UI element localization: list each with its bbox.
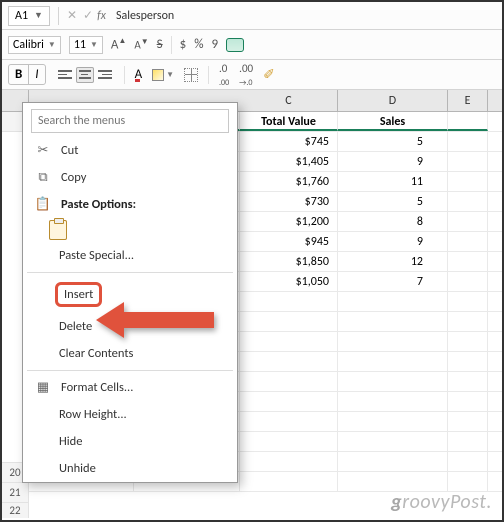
menu-hide[interactable]: Hide <box>23 428 237 455</box>
watermark-text: roovyPost. <box>402 490 492 514</box>
menu-label: Format Cells... <box>61 380 133 395</box>
paste-option-icon[interactable] <box>23 220 237 240</box>
header-total-value[interactable]: Total Value <box>240 112 338 131</box>
name-box[interactable]: A1 ▼ <box>8 6 50 26</box>
menu-clear-contents[interactable]: Clear Contents <box>23 340 237 367</box>
font-name-selector[interactable]: Calibri ▼ <box>8 36 61 54</box>
menu-search-input[interactable] <box>31 109 229 133</box>
highlight-box: Insert <box>55 282 102 307</box>
cell-total[interactable]: $730 <box>240 192 338 211</box>
decrease-font-button[interactable]: A▼ <box>134 37 148 52</box>
menu-label: Cut <box>61 143 78 158</box>
alignment-group <box>56 67 114 83</box>
clipboard-icon: 📋 <box>35 197 51 212</box>
font-size-selector[interactable]: 11 ▼ <box>69 36 103 54</box>
bold-button[interactable]: B <box>9 65 28 84</box>
borders-button[interactable] <box>184 68 198 82</box>
cell-sales[interactable]: 5 <box>338 192 448 211</box>
align-right-button[interactable] <box>96 67 114 83</box>
menu-delete[interactable]: Delete <box>23 313 237 340</box>
accept-icon: ✓ <box>83 8 93 23</box>
cell-total[interactable]: $1,405 <box>240 152 338 171</box>
decrease-decimal-button[interactable]: .00→.0 <box>239 62 253 88</box>
menu-row-height[interactable]: Row Height... <box>23 401 237 428</box>
cell-total[interactable]: $745 <box>240 132 338 151</box>
chevron-down-icon[interactable]: ▼ <box>90 40 98 50</box>
divider <box>208 66 209 84</box>
menu-label: Unhide <box>59 461 96 476</box>
menu-label: Insert <box>64 287 93 302</box>
row-header[interactable]: 22 <box>2 502 29 518</box>
chevron-down-icon[interactable]: ▼ <box>34 10 43 21</box>
divider <box>58 7 59 25</box>
formula-bar-value[interactable]: Salesperson <box>116 9 174 23</box>
menu-copy[interactable]: ⧉ Copy <box>23 164 237 191</box>
divider <box>124 66 125 84</box>
menu-label: Clear Contents <box>59 346 133 361</box>
header-sales[interactable]: Sales <box>338 112 448 131</box>
scissors-icon: ✂ <box>35 143 51 158</box>
cell-total[interactable]: $1,760 <box>240 172 338 191</box>
currency-button[interactable]: $ <box>180 37 187 52</box>
menu-label: Paste Options: <box>61 197 136 212</box>
comma-button[interactable]: 9 <box>212 37 219 52</box>
column-header-C[interactable]: C <box>240 90 338 111</box>
cell-sales[interactable]: 9 <box>338 152 448 171</box>
increase-font-button[interactable]: A▲ <box>111 36 126 52</box>
bold-italic-group: B I <box>8 64 46 85</box>
align-center-button[interactable] <box>76 67 94 83</box>
bucket-icon <box>152 69 164 81</box>
cell-sales[interactable]: 7 <box>338 272 448 291</box>
cell[interactable] <box>448 112 488 131</box>
cell-sales[interactable]: 12 <box>338 252 448 271</box>
watermark: groovyPost. <box>391 490 492 514</box>
font-color-button[interactable]: A <box>135 67 143 82</box>
menu-cut[interactable]: ✂ Cut <box>23 137 237 164</box>
menu-paste-options: 📋 Paste Options: <box>23 191 237 218</box>
menu-format-cells[interactable]: ▦ Format Cells... <box>23 374 237 401</box>
font-name: Calibri <box>13 38 44 52</box>
format-painter-icon[interactable]: ✐ <box>263 66 275 83</box>
divider <box>171 36 172 54</box>
cell-sales[interactable]: 9 <box>338 232 448 251</box>
row-header[interactable]: 21 <box>2 482 29 502</box>
align-left-button[interactable] <box>56 67 74 83</box>
cell-sales[interactable]: 8 <box>338 212 448 231</box>
menu-label: Copy <box>61 170 86 185</box>
menu-label: Paste Special... <box>59 248 134 263</box>
strikethrough-button[interactable]: S <box>157 37 163 52</box>
menu-insert[interactable]: Insert <box>23 276 237 313</box>
increase-decimal-button[interactable]: .0.00 <box>219 62 229 88</box>
watermark-g: g <box>391 490 402 514</box>
cell-total[interactable]: $1,200 <box>240 212 338 231</box>
menu-paste-special[interactable]: Paste Special... <box>23 242 237 269</box>
context-menu: ✂ Cut ⧉ Copy 📋 Paste Options: Paste Spec… <box>22 102 238 483</box>
cell-total[interactable]: $1,850 <box>240 252 338 271</box>
cell-reference: A1 <box>15 9 28 23</box>
menu-label: Hide <box>59 434 82 449</box>
cell-sales[interactable]: 11 <box>338 172 448 191</box>
copy-icon: ⧉ <box>35 170 51 185</box>
paste-icon <box>49 220 67 240</box>
fx-icon[interactable]: fx <box>97 9 106 23</box>
menu-unhide[interactable]: Unhide <box>23 455 237 482</box>
menu-label: Delete <box>59 319 92 334</box>
cell-total[interactable]: $945 <box>240 232 338 251</box>
column-header-E[interactable]: E <box>448 90 488 111</box>
italic-button[interactable]: I <box>28 65 44 84</box>
cell-sales[interactable]: 5 <box>338 132 448 151</box>
menu-label: Row Height... <box>59 407 127 422</box>
cancel-icon: ✕ <box>67 8 77 23</box>
menu-separator <box>27 272 233 273</box>
column-header-D[interactable]: D <box>338 90 448 111</box>
cell-styles-icon[interactable] <box>226 38 244 52</box>
cell-total[interactable]: $1,050 <box>240 272 338 291</box>
fill-color-button[interactable]: ▼ <box>152 69 174 81</box>
menu-separator <box>27 370 233 371</box>
font-size: 11 <box>74 38 86 52</box>
menu-search <box>31 109 229 133</box>
chevron-down-icon[interactable]: ▼ <box>48 40 56 50</box>
format-cells-icon: ▦ <box>35 380 51 395</box>
percent-button[interactable]: % <box>194 37 203 52</box>
